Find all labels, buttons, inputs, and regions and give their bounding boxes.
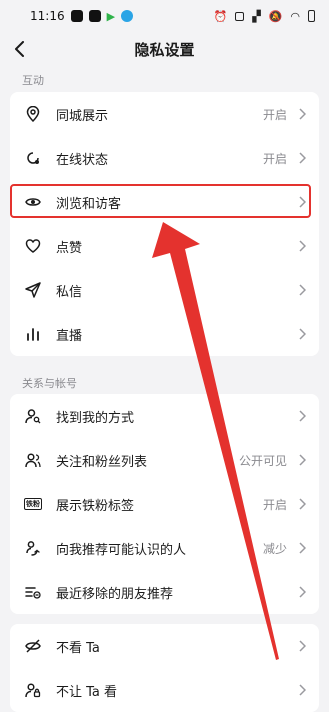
row-label: 直播 bbox=[56, 328, 83, 344]
heart-icon bbox=[24, 237, 42, 255]
row-label: 点赞 bbox=[56, 240, 83, 256]
row-live[interactable]: 直播 bbox=[10, 312, 319, 356]
row-value: 公开可见 bbox=[238, 453, 287, 468]
chevron-right-icon bbox=[297, 497, 307, 511]
row-value: 减少 bbox=[262, 541, 287, 556]
chevron-right-icon bbox=[297, 327, 307, 341]
chevron-right-icon bbox=[297, 639, 307, 653]
row-online-status[interactable]: 在线状态 开启 bbox=[10, 136, 319, 180]
back-button[interactable] bbox=[9, 38, 31, 60]
battery-icon bbox=[308, 10, 315, 22]
chevron-right-icon bbox=[297, 409, 307, 423]
row-value: 开启 bbox=[262, 497, 287, 512]
page-title: 隐私设置 bbox=[134, 40, 195, 59]
status-bar: 11:16 ▶ ⏰ ▞ 🔕 ◠ bbox=[0, 0, 329, 32]
row-value: 开启 bbox=[262, 107, 287, 122]
row-label: 关注和粉丝列表 bbox=[56, 454, 148, 470]
nfc-icon bbox=[235, 11, 245, 21]
chevron-left-icon bbox=[15, 41, 24, 57]
person-lock-icon bbox=[24, 681, 42, 699]
people-icon bbox=[24, 451, 42, 469]
bar-chart-icon bbox=[24, 325, 42, 343]
row-label: 不看 Ta bbox=[56, 640, 100, 656]
eye-off-icon bbox=[24, 637, 42, 655]
chevron-right-icon bbox=[297, 195, 307, 209]
fan-badge-icon: 铁粉 bbox=[24, 495, 42, 513]
chevron-right-icon bbox=[297, 239, 307, 253]
section-label-relations: 关系与帐号 bbox=[22, 377, 77, 390]
row-value: 开启 bbox=[262, 151, 287, 166]
chevron-right-icon bbox=[297, 541, 307, 555]
play-icon: ▶ bbox=[106, 9, 116, 23]
fan-badge-text: 铁粉 bbox=[24, 498, 42, 510]
mute-icon: 🔕 bbox=[268, 9, 283, 23]
app-icon bbox=[121, 10, 134, 22]
interaction-card: 同城展示 开启 在线状态 开启 浏览和访客 点赞 私信 直播 bbox=[10, 92, 319, 356]
eye-icon bbox=[24, 193, 42, 211]
row-label: 找到我的方式 bbox=[56, 410, 135, 426]
alarm-icon: ⏰ bbox=[213, 9, 228, 23]
chevron-right-icon bbox=[297, 107, 307, 121]
person-search-icon bbox=[24, 407, 42, 425]
row-messages[interactable]: 私信 bbox=[10, 268, 319, 312]
wifi-icon: ◠ bbox=[290, 9, 300, 23]
chevron-right-icon bbox=[297, 151, 307, 165]
row-label: 最近移除的朋友推荐 bbox=[56, 586, 174, 602]
status-time: 11:16 bbox=[30, 9, 65, 23]
tiktok-icon bbox=[88, 10, 101, 22]
relations-card: 找到我的方式 关注和粉丝列表 公开可见 铁粉 展示铁粉标签 开启 向我推荐可能认… bbox=[10, 394, 319, 614]
row-dont-see[interactable]: 不看 Ta bbox=[10, 624, 319, 668]
row-label: 在线状态 bbox=[56, 152, 109, 168]
chevron-right-icon bbox=[297, 585, 307, 599]
row-follow-fans-list[interactable]: 关注和粉丝列表 公开可见 bbox=[10, 438, 319, 482]
row-find-me[interactable]: 找到我的方式 bbox=[10, 394, 319, 438]
row-fan-badge[interactable]: 铁粉 展示铁粉标签 开启 bbox=[10, 482, 319, 526]
location-pin-icon bbox=[24, 105, 42, 123]
chevron-right-icon bbox=[297, 283, 307, 297]
section-label-interaction: 互动 bbox=[22, 74, 44, 87]
row-label: 私信 bbox=[56, 284, 83, 300]
removed-list-icon bbox=[24, 583, 42, 601]
row-recently-removed[interactable]: 最近移除的朋友推荐 bbox=[10, 570, 319, 614]
row-label: 展示铁粉标签 bbox=[56, 498, 135, 514]
row-label: 浏览和访客 bbox=[56, 196, 122, 212]
signal-icon: ▞ bbox=[252, 9, 261, 23]
row-label: 不让 Ta 看 bbox=[56, 684, 118, 700]
row-recommend-people[interactable]: 向我推荐可能认识的人 减少 bbox=[10, 526, 319, 570]
row-dont-let-see[interactable]: 不让 Ta 看 bbox=[10, 668, 319, 712]
chevron-right-icon bbox=[297, 453, 307, 467]
row-likes[interactable]: 点赞 bbox=[10, 224, 319, 268]
paper-plane-icon bbox=[24, 281, 42, 299]
row-browse-visitors[interactable]: 浏览和访客 bbox=[10, 180, 319, 224]
row-label: 向我推荐可能认识的人 bbox=[56, 542, 187, 558]
tiktok-icon bbox=[70, 10, 83, 22]
row-label: 同城展示 bbox=[56, 108, 109, 124]
navigation-bar: 隐私设置 bbox=[0, 32, 329, 66]
recommend-people-icon bbox=[24, 539, 42, 557]
block-card: 不看 Ta 不让 Ta 看 bbox=[10, 624, 319, 712]
online-status-icon bbox=[24, 149, 42, 167]
row-same-city[interactable]: 同城展示 开启 bbox=[10, 92, 319, 136]
